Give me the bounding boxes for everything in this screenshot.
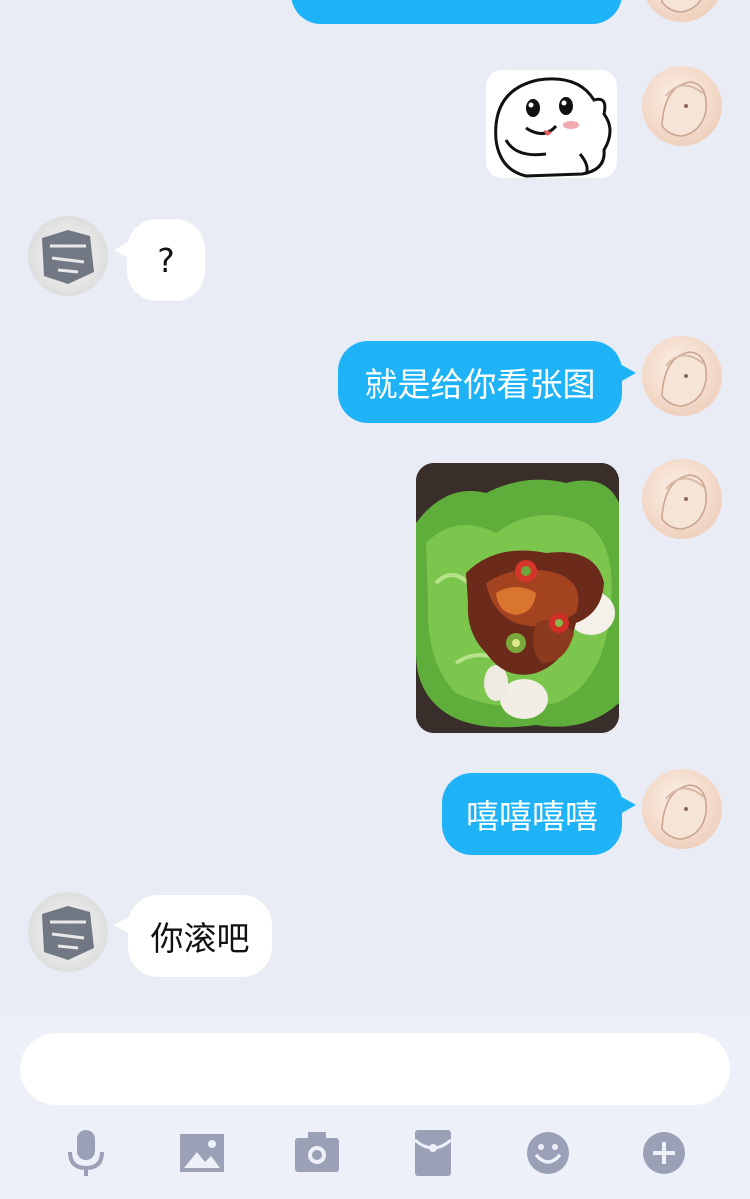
avatar-me[interactable] — [642, 66, 722, 146]
grilled-pork-lettuce-photo — [416, 463, 619, 733]
image-icon — [180, 1134, 224, 1172]
message-text: ? — [157, 240, 175, 280]
sticker-message[interactable] — [486, 70, 617, 178]
message-text: 嘻嘻嘻嘻 — [466, 797, 598, 836]
composer-bar — [0, 1016, 750, 1199]
microphone-button[interactable] — [59, 1128, 113, 1178]
image-button[interactable] — [175, 1128, 229, 1178]
camera-button[interactable] — [290, 1128, 344, 1178]
avatar-me[interactable] — [642, 769, 722, 849]
emoji-button[interactable] — [521, 1128, 575, 1178]
photo-message[interactable] — [416, 463, 619, 733]
message-text: 你滚吧 — [150, 919, 250, 958]
message-bubble-outgoing[interactable]: 就是给你看张图 — [338, 341, 622, 423]
avatar-friend[interactable] — [28, 216, 108, 296]
avatar-friend[interactable] — [28, 892, 108, 972]
bubble-tail — [620, 796, 636, 814]
avatar-me[interactable] — [642, 0, 722, 22]
camera-icon — [295, 1132, 339, 1172]
avatar-me[interactable] — [642, 459, 722, 539]
message-bubble-outgoing[interactable]: 嘻嘻嘻嘻 — [442, 773, 622, 855]
plus-icon — [643, 1132, 685, 1174]
bubble-tail — [620, 364, 636, 382]
message-bubble-incoming[interactable]: ? — [127, 219, 205, 301]
cartoon-blob-sticker — [494, 77, 612, 178]
plus-button[interactable] — [637, 1128, 691, 1178]
message-bubble-incoming[interactable]: 你滚吧 — [128, 895, 272, 977]
message-list[interactable]: ? 就是给你看张图 嘻嘻嘻嘻 你滚吧 — [0, 0, 750, 1016]
red-packet-button[interactable] — [406, 1128, 460, 1178]
message-text: 就是给你看张图 — [364, 365, 596, 404]
message-input[interactable] — [20, 1033, 730, 1105]
emoji-icon — [527, 1132, 569, 1174]
avatar-me[interactable] — [642, 336, 722, 416]
microphone-icon — [68, 1130, 104, 1176]
red-packet-icon — [414, 1130, 452, 1176]
message-bubble-outgoing[interactable] — [291, 0, 622, 24]
